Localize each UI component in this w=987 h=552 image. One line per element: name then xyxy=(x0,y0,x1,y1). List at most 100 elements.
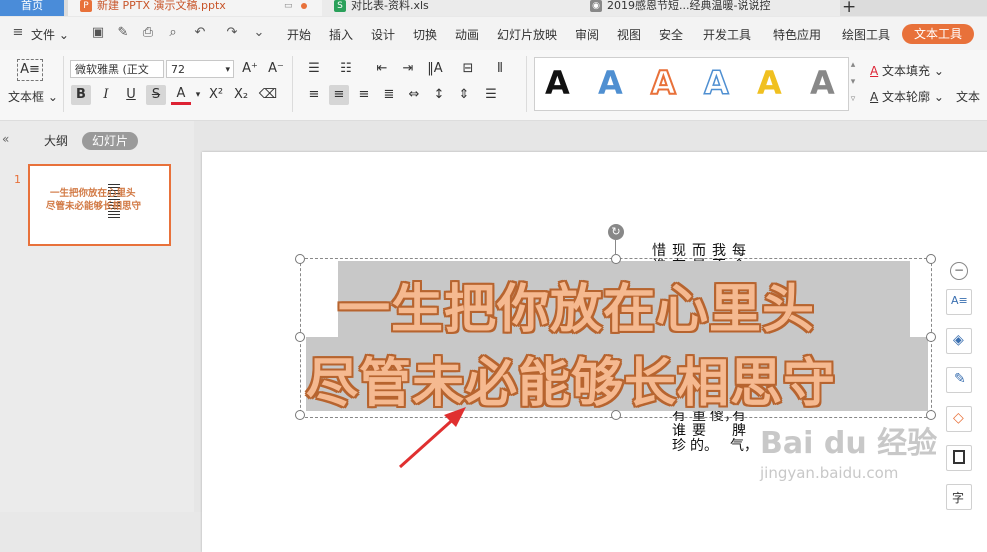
rotate-handle-icon[interactable]: ↻ xyxy=(608,224,624,240)
text-effect-button[interactable]: 文本 xyxy=(956,88,980,105)
new-tab-plus-icon[interactable]: + xyxy=(842,0,856,17)
paragraph-settings-icon[interactable]: ☰ xyxy=(481,85,501,105)
resize-handle[interactable] xyxy=(926,332,936,342)
align-left-icon[interactable]: ≡ xyxy=(304,85,324,105)
numbered-list-icon[interactable]: ☷ xyxy=(336,59,356,79)
grow-font-icon[interactable]: A⁺ xyxy=(240,59,260,79)
layers-tool[interactable]: ◈ xyxy=(946,328,972,354)
menu-developer[interactable]: 开发工具 xyxy=(703,26,751,43)
text-style-gray[interactable]: A xyxy=(810,64,835,102)
menu-drawing-tools[interactable]: 绘图工具 xyxy=(842,26,890,43)
text-fill-button[interactable]: A 文本填充 ⌄ xyxy=(870,62,944,79)
tab-web-label: 2019感恩节短...经典温暖-说说控 xyxy=(607,0,771,12)
superscript-button[interactable]: X² xyxy=(206,85,226,105)
menu-features[interactable]: 特色应用 xyxy=(773,26,821,43)
menu-text-tools[interactable]: 文本工具 xyxy=(902,24,974,44)
menu-slideshow[interactable]: 幻灯片放映 xyxy=(497,26,557,43)
shrink-font-icon[interactable]: A⁻ xyxy=(266,59,286,79)
increase-indent-icon[interactable]: ⇥ xyxy=(398,59,418,79)
columns-icon[interactable]: ⫴ xyxy=(490,59,510,79)
watermark-brand: Bai du 经验 xyxy=(760,426,938,461)
paragraph-spacing-icon[interactable]: ⇕ xyxy=(454,85,474,105)
wordart-line2[interactable]: 尽管未必能够长相思守 xyxy=(306,341,836,416)
distribute-icon[interactable]: ⇔ xyxy=(404,85,424,105)
justify-icon[interactable]: ≣ xyxy=(379,85,399,105)
font-color-dropdown-icon[interactable]: ▾ xyxy=(188,85,208,105)
bold-button[interactable]: B xyxy=(71,85,91,105)
menu-view[interactable]: 视图 xyxy=(617,26,641,43)
menu-review[interactable]: 审阅 xyxy=(575,26,599,43)
tab-outline[interactable]: 大纲 xyxy=(34,132,78,150)
menu-file[interactable]: 文件 ⌄ xyxy=(31,26,69,43)
monitor-icon[interactable]: ▭ xyxy=(284,1,294,11)
align-center-icon[interactable]: ≡ xyxy=(329,85,349,105)
resize-handle[interactable] xyxy=(295,410,305,420)
gallery-scroll-icon[interactable]: ▴ ▾ ▿ xyxy=(848,57,858,109)
text-fill-icon: A xyxy=(870,64,879,78)
tab-web[interactable]: ◉ 2019感恩节短...经典温暖-说说控 xyxy=(578,0,840,16)
print-icon[interactable]: ⎙ xyxy=(140,25,156,41)
text-outline-icon: A xyxy=(870,90,879,104)
font-name-value: 微软雅黑 (正文 xyxy=(75,63,149,76)
baidu-watermark: Bai du 经验 jingyan.baidu.com xyxy=(745,418,985,498)
menu-animation[interactable]: 动画 xyxy=(455,26,479,43)
annotation-arrow-icon xyxy=(398,407,466,469)
chevron-down-icon: ▾ xyxy=(225,65,230,75)
collapse-tools-icon[interactable]: − xyxy=(950,262,968,280)
resize-handle[interactable] xyxy=(295,332,305,342)
slides-panel: « 大纲 幻灯片 1 一生把你放在心里头 尽管未必能够长相思守 xyxy=(0,121,194,512)
text-outline-label: 文本轮廓 xyxy=(882,90,931,104)
hamburger-icon[interactable]: ≡ xyxy=(10,25,26,41)
italic-button[interactable]: I xyxy=(96,85,116,105)
web-page-icon: ◉ xyxy=(590,0,602,12)
menu-security[interactable]: 安全 xyxy=(659,26,683,43)
wordart-line1[interactable]: 一生把你放在心里头 xyxy=(338,267,815,342)
align-right-icon[interactable]: ≡ xyxy=(354,85,374,105)
font-size-value: 72 xyxy=(171,63,185,76)
menu-transition[interactable]: 切换 xyxy=(413,26,437,43)
text-direction-icon[interactable]: ‖A xyxy=(425,59,445,79)
text-style-blue-outline[interactable]: A xyxy=(703,63,729,103)
font-size-select[interactable]: 72 ▾ xyxy=(166,60,234,78)
clear-format-eraser-icon[interactable]: ⌫ xyxy=(258,85,278,105)
tab-xls-label: 对比表-资料.xls xyxy=(351,0,429,12)
subscript-button[interactable]: X₂ xyxy=(231,85,251,105)
underline-button[interactable]: U xyxy=(121,85,141,105)
font-name-select[interactable]: 微软雅黑 (正文 xyxy=(70,60,164,78)
slide-thumbnail[interactable]: 一生把你放在心里头 尽管未必能够长相思守 xyxy=(28,164,171,246)
strikethrough-button[interactable]: S xyxy=(146,85,166,105)
save-icon[interactable]: ▣ xyxy=(90,25,106,41)
format-painter-icon[interactable]: ✎ xyxy=(115,25,131,41)
tab-home[interactable]: 首页 xyxy=(0,0,64,16)
menu-insert[interactable]: 插入 xyxy=(329,26,353,43)
pen-tool[interactable]: ✎ xyxy=(946,367,972,393)
textbox-label: 文本框 xyxy=(8,90,45,104)
redo-icon[interactable]: ↷ xyxy=(224,25,240,41)
text-outline-button[interactable]: A 文本轮廓 ⌄ xyxy=(870,88,944,105)
text-style-gallery: A A A A A A xyxy=(534,57,849,111)
resize-handle[interactable] xyxy=(295,254,305,264)
print-preview-icon[interactable]: ⌕ xyxy=(165,25,181,41)
resize-handle[interactable] xyxy=(611,254,621,264)
resize-handle[interactable] xyxy=(611,410,621,420)
text-style-tool[interactable]: A≡ xyxy=(946,289,972,315)
tab-slides[interactable]: 幻灯片 xyxy=(82,132,139,150)
decrease-indent-icon[interactable]: ⇤ xyxy=(372,59,392,79)
more-quick-access-icon[interactable]: ⌄ xyxy=(251,25,267,41)
ppt-file-icon: P xyxy=(80,0,92,12)
menu-design[interactable]: 设计 xyxy=(371,26,395,43)
resize-handle[interactable] xyxy=(926,254,936,264)
menu-start[interactable]: 开始 xyxy=(287,26,311,43)
text-style-black[interactable]: A xyxy=(545,64,570,102)
text-style-blue[interactable]: A xyxy=(598,64,623,102)
textbox-icon[interactable]: A≡ xyxy=(17,59,43,81)
line-spacing-icon[interactable]: ↕ xyxy=(429,85,449,105)
align-text-icon[interactable]: ⊟ xyxy=(458,59,478,79)
textbox-button[interactable]: 文本框 ⌄ xyxy=(8,88,58,105)
text-style-orange-outline[interactable]: A xyxy=(650,63,677,103)
text-style-gold[interactable]: A xyxy=(757,64,782,102)
collapse-panel-icon[interactable]: « xyxy=(2,132,9,146)
tab-xls[interactable]: S 对比表-资料.xls xyxy=(322,0,584,16)
bullet-list-icon[interactable]: ☰ xyxy=(304,59,324,79)
undo-icon[interactable]: ↶ xyxy=(192,25,208,41)
